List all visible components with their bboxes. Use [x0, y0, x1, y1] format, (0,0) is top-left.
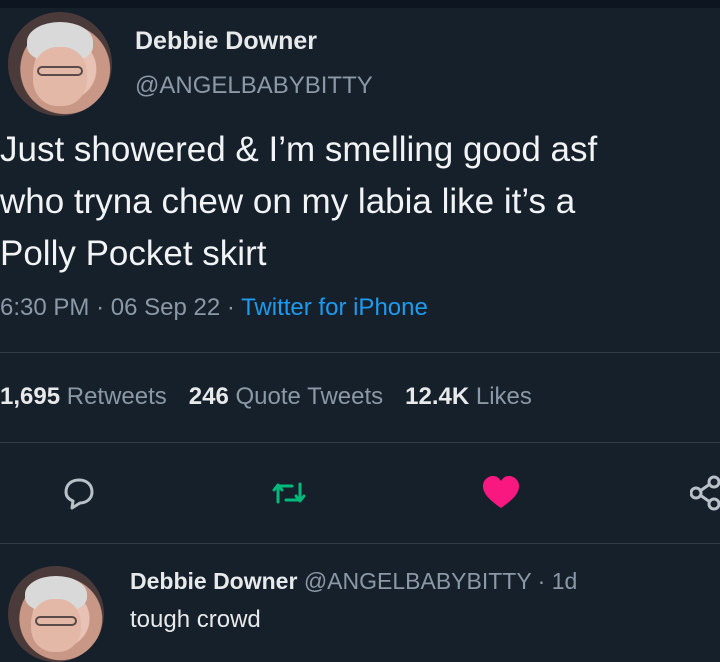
reply-button[interactable] — [58, 472, 100, 514]
likes-stat[interactable]: 12.4K Likes — [405, 383, 532, 410]
divider — [0, 442, 720, 443]
tweet-source-link[interactable]: Twitter for iPhone — [241, 294, 428, 321]
reply-header: Debbie Downer @ANGELBABYBITTY · 1d — [130, 568, 577, 595]
share-icon — [689, 475, 720, 511]
retweets-label: Retweets — [66, 383, 167, 410]
author-display-name[interactable]: Debbie Downer — [135, 27, 317, 56]
quotes-stat[interactable]: 246 Quote Tweets — [189, 383, 383, 410]
tweet-date[interactable]: 06 Sep 22 — [111, 294, 220, 321]
avatar-face — [32, 47, 88, 106]
author-handle[interactable]: @ANGELBABYBITTY — [135, 72, 373, 100]
divider — [0, 352, 720, 353]
reply-separator: · — [537, 568, 546, 594]
meta-separator: · — [96, 294, 105, 321]
meta-separator: · — [226, 294, 235, 321]
tweet-text-line: who tryna chew on my labia like it’s a — [0, 182, 576, 221]
like-button[interactable] — [480, 472, 522, 514]
tweet-text-line: Just showered & I’m smelling good asf — [0, 130, 598, 169]
reply-handle[interactable]: @ANGELBABYBITTY — [304, 568, 531, 594]
reply-icon — [64, 478, 94, 510]
quotes-label: Quote Tweets — [235, 383, 384, 410]
tweet-stats: 1,695 Retweets 246 Quote Tweets 12.4K Like… — [0, 383, 532, 411]
heart-icon — [483, 476, 519, 508]
quotes-count: 246 — [188, 383, 229, 410]
avatar[interactable] — [8, 12, 112, 116]
retweet-icon — [272, 482, 306, 504]
reply-age[interactable]: 1d — [552, 568, 578, 594]
share-button[interactable] — [689, 472, 720, 514]
tweet-text-line: Polly Pocket skirt — [0, 234, 267, 273]
top-edge — [0, 0, 720, 8]
reply-avatar[interactable] — [8, 566, 104, 662]
likes-label: Likes — [475, 383, 532, 410]
reply-text: tough crowd — [130, 606, 261, 633]
retweet-button[interactable] — [268, 472, 310, 514]
retweets-count: 1,695 — [0, 383, 61, 410]
likes-count: 12.4K — [405, 383, 470, 410]
divider — [0, 543, 720, 544]
avatar-glasses — [37, 66, 83, 77]
retweets-stat[interactable]: 1,695 Retweets — [0, 383, 167, 410]
tweet-meta: 6:30 PM · 06 Sep 22 · Twitter for iPhone — [0, 294, 428, 322]
avatar-face — [31, 598, 81, 653]
avatar-glasses — [34, 615, 78, 626]
tweet-text: Just showered & I’m smelling good asf wh… — [0, 124, 720, 280]
reply-display-name[interactable]: Debbie Downer — [130, 568, 297, 594]
tweet-time[interactable]: 6:30 PM — [0, 294, 89, 321]
